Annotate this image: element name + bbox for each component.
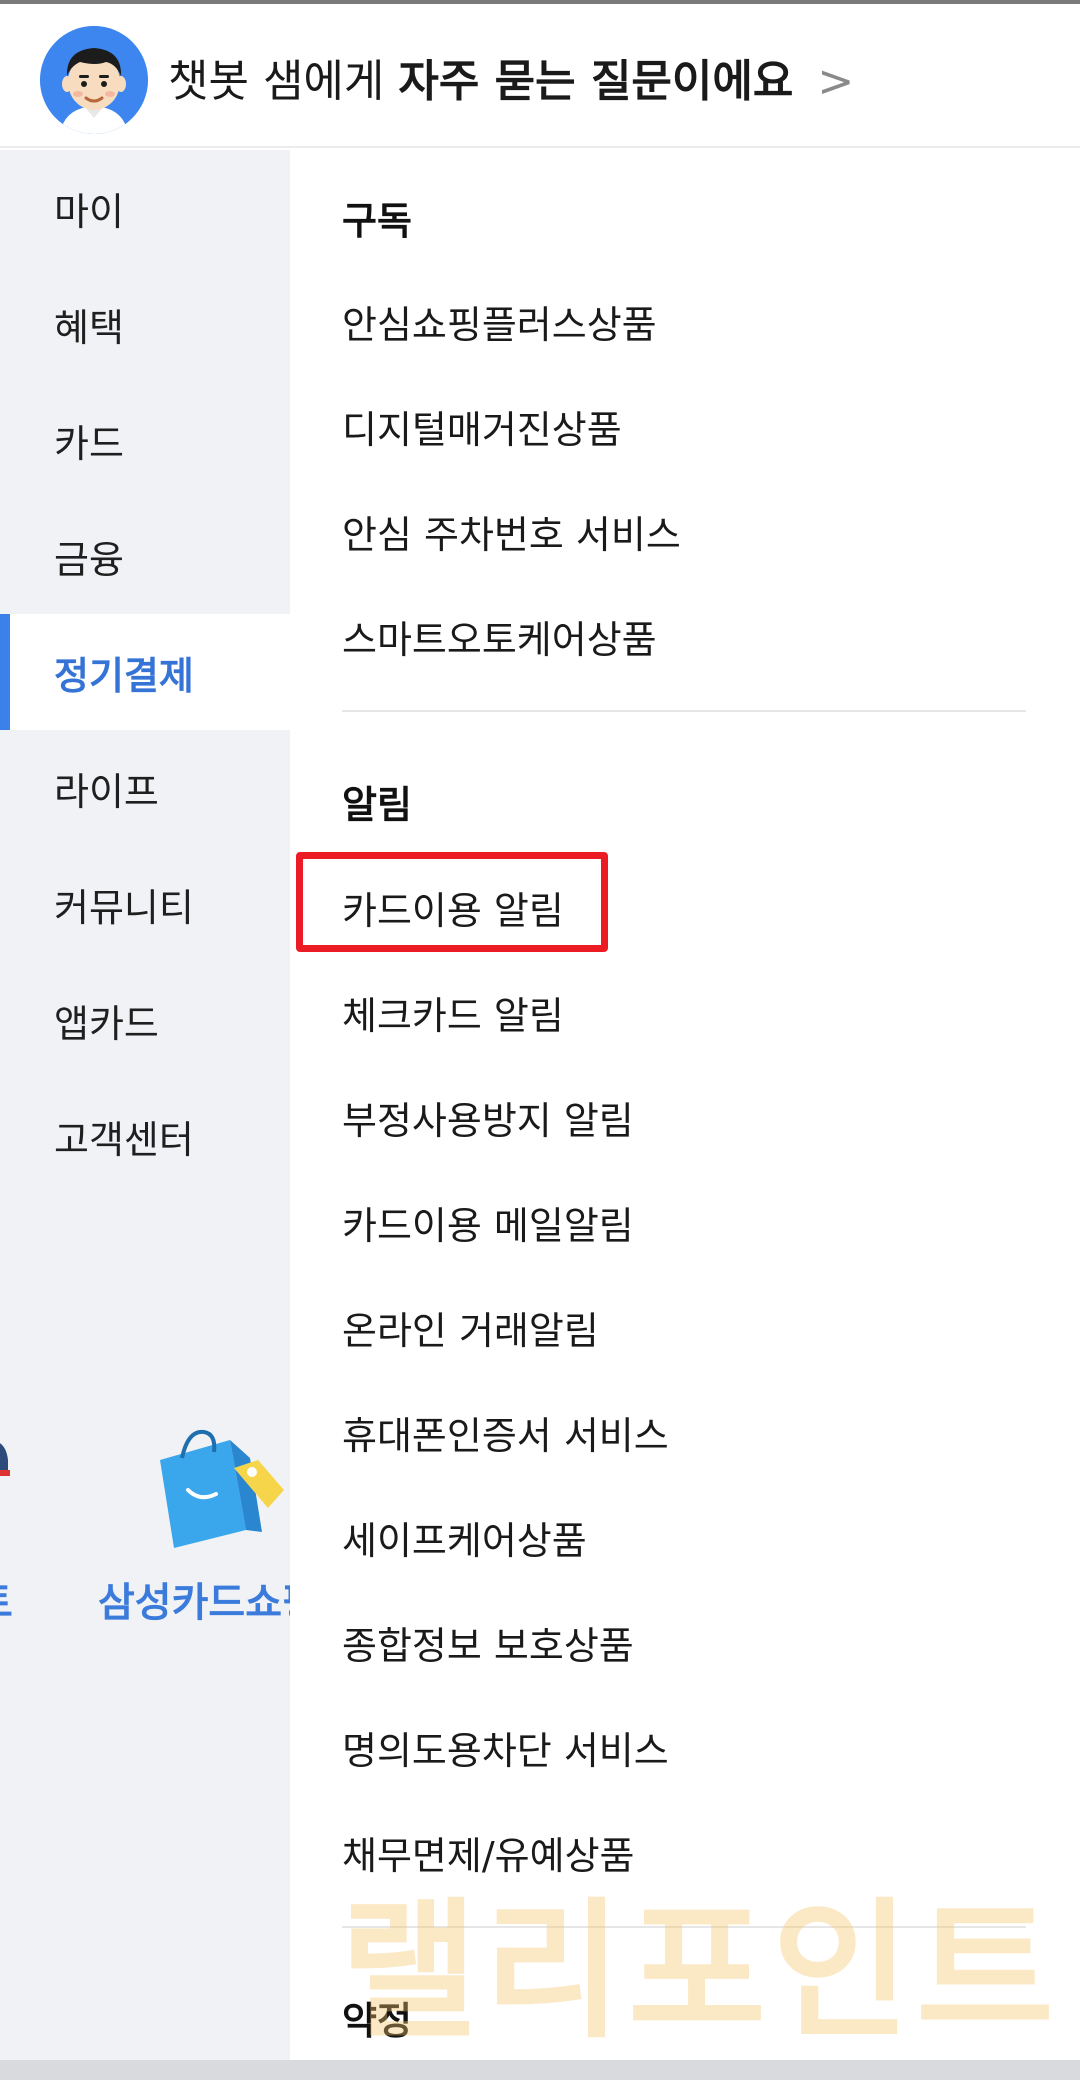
car-icon[interactable] — [0, 1430, 16, 1490]
sidebar-item-label: 마이 — [54, 189, 124, 234]
menu-item[interactable]: 안심 주차번호 서비스 — [342, 504, 681, 559]
shopping-bag-icon[interactable] — [150, 1420, 290, 1560]
menu-item[interactable]: 체크카드 알림 — [342, 985, 564, 1040]
menu-item[interactable]: 온라인 거래알림 — [342, 1300, 599, 1355]
sidebar-item-customer-center[interactable]: 고객센터 — [0, 1078, 290, 1194]
sidebar-item-finance[interactable]: 금융 — [0, 498, 290, 614]
sidebar-item-card[interactable]: 카드 — [0, 382, 290, 498]
sidebar-item-label: 라이프 — [54, 769, 159, 814]
sidebar-item-label: 금융 — [54, 537, 124, 582]
menu-item[interactable]: 명의도용차단 서비스 — [342, 1720, 669, 1775]
sidebar-item-label: 혜택 — [54, 305, 124, 350]
menu-item[interactable]: 휴대폰인증서 서비스 — [342, 1405, 669, 1460]
menu-item[interactable]: 스마트오토케어상품 — [342, 609, 657, 664]
menu-item-card-usage-alert[interactable]: 카드이용 알림 — [342, 880, 564, 935]
section-title-subscription: 구독 — [342, 199, 412, 243]
chatbot-header[interactable]: 챗봇 샘에게 자주 묻는 질문이에요 > — [0, 4, 1080, 148]
chatbot-avatar — [40, 26, 148, 134]
chatbot-faq-link[interactable]: 챗봇 샘에게 자주 묻는 질문이에요 > — [168, 54, 854, 110]
sidebar-item-life[interactable]: 라이프 — [0, 730, 290, 846]
menu-item[interactable]: 채무면제/유예상품 — [342, 1825, 634, 1880]
section-divider — [342, 1926, 1026, 1928]
sidebar-item-label: 카드 — [54, 421, 124, 466]
sidebar-item-benefits[interactable]: 혜택 — [0, 266, 290, 382]
menu-item[interactable]: 카드이용 메일알림 — [342, 1195, 634, 1250]
chevron-right-icon: > — [817, 56, 855, 107]
samsung-card-shopping-link[interactable]: 삼성카드쇼핑 — [98, 1570, 290, 1628]
menu-item[interactable]: 종합정보 보호상품 — [342, 1615, 634, 1670]
sidebar-item-label: 고객센터 — [54, 1117, 194, 1162]
category-sidebar: 마이 혜택 카드 금융 정기결제 라이프 커뮤니티 앱카드 고객센터 토 삼성카… — [0, 150, 290, 2060]
section-title-alerts: 알림 — [342, 783, 412, 827]
bottom-bar — [0, 2060, 1080, 2080]
sidebar-item-my[interactable]: 마이 — [0, 150, 290, 266]
menu-item[interactable]: 안심쇼핑플러스상품 — [342, 294, 657, 349]
menu-item[interactable]: 세이프케어상품 — [342, 1510, 587, 1565]
sidebar-item-label: 정기결제 — [54, 653, 194, 698]
sidebar-item-community[interactable]: 커뮤니티 — [0, 846, 290, 962]
section-title-agreement: 약정 — [342, 1999, 412, 2043]
active-indicator — [0, 614, 10, 730]
sidebar-item-recurring-payment[interactable]: 정기결제 — [0, 614, 290, 730]
promo-partial-label[interactable]: 토 — [0, 1570, 13, 1628]
chatbot-faq-title: 자주 묻는 질문이에요 — [398, 56, 794, 107]
menu-item[interactable]: 부정사용방지 알림 — [342, 1090, 634, 1145]
menu-item[interactable]: 디지털매거진상품 — [342, 399, 622, 454]
section-divider — [342, 710, 1026, 712]
chatbot-face-icon — [40, 26, 148, 134]
sidebar-item-label: 앱카드 — [54, 1001, 159, 1046]
sidebar-item-appcard[interactable]: 앱카드 — [0, 962, 290, 1078]
chatbot-prefix: 챗봇 샘에게 — [168, 56, 385, 107]
sidebar-item-label: 커뮤니티 — [54, 885, 194, 930]
menu-content: 구독 안심쇼핑플러스상품 디지털매거진상품 안심 주차번호 서비스 스마트오토케… — [290, 150, 1080, 2060]
